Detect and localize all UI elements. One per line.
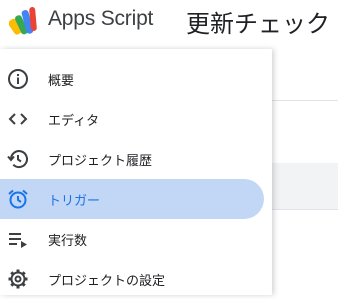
sidebar-item-project-settings[interactable]: プロジェクトの設定 (0, 259, 265, 299)
sidebar-item-label: プロジェクト履歴 (48, 154, 153, 169)
sidebar-item-label: 概要 (48, 74, 75, 89)
info-icon (8, 69, 28, 89)
sidebar-item-label: エディタ (48, 114, 100, 129)
alarm-clock-icon (8, 189, 28, 209)
gear-icon (8, 269, 28, 289)
sidebar-item-overview[interactable]: 概要 (0, 59, 265, 99)
history-icon (7, 150, 28, 169)
sidebar: 概要 エディタ プロジェクト履歴 トリガー 実行数 プロジェクトの設定 (0, 49, 272, 295)
sidebar-item-label: 実行数 (48, 234, 88, 249)
app-name[interactable]: Apps Script (48, 7, 153, 31)
sidebar-item-label: プロジェクトの設定 (48, 274, 166, 289)
top-app-bar: Apps Script 更新チェック (0, 0, 338, 49)
executions-list-icon (9, 233, 27, 248)
code-icon (8, 113, 28, 125)
trigger-list-row (272, 163, 338, 209)
sidebar-item-executions[interactable]: 実行数 (0, 219, 265, 259)
divider (272, 100, 338, 101)
project-title[interactable]: 更新チェック (186, 4, 330, 39)
apps-script-logo-icon[interactable] (9, 5, 41, 37)
divider (272, 209, 338, 210)
sidebar-item-project-history[interactable]: プロジェクト履歴 (0, 139, 265, 179)
sidebar-item-label: トリガー (48, 194, 101, 209)
sidebar-item-editor[interactable]: エディタ (0, 99, 265, 139)
sidebar-item-triggers[interactable]: トリガー (0, 179, 264, 219)
